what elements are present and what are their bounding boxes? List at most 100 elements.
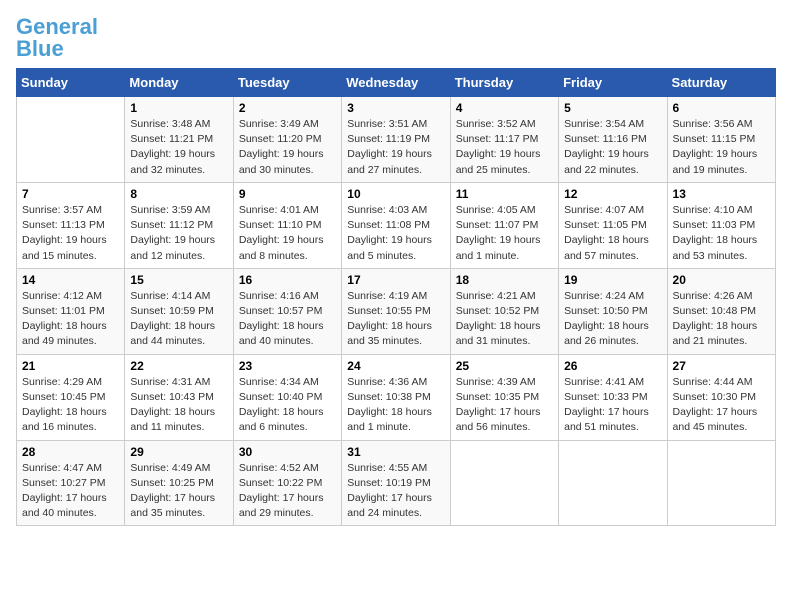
calendar-day-cell: 19 Sunrise: 4:24 AMSunset: 10:50 PMDayli… [559,268,667,354]
calendar-week-row: 1 Sunrise: 3:48 AMSunset: 11:21 PMDaylig… [17,97,776,183]
calendar-week-row: 28 Sunrise: 4:47 AMSunset: 10:27 PMDayli… [17,440,776,526]
day-number: 18 [456,273,553,287]
calendar-day-cell: 17 Sunrise: 4:19 AMSunset: 10:55 PMDayli… [342,268,450,354]
header: General Blue [16,16,776,60]
day-number: 29 [130,445,227,459]
calendar-day-cell: 31 Sunrise: 4:55 AMSunset: 10:19 PMDayli… [342,440,450,526]
calendar-day-cell: 3 Sunrise: 3:51 AMSunset: 11:19 PMDaylig… [342,97,450,183]
day-info: Sunrise: 4:03 AMSunset: 11:08 PMDaylight… [347,203,444,264]
day-number: 23 [239,359,336,373]
day-number: 4 [456,101,553,115]
day-info: Sunrise: 4:10 AMSunset: 11:03 PMDaylight… [673,203,770,264]
day-number: 30 [239,445,336,459]
day-info: Sunrise: 3:57 AMSunset: 11:13 PMDaylight… [22,203,119,264]
day-number: 1 [130,101,227,115]
day-info: Sunrise: 3:48 AMSunset: 11:21 PMDaylight… [130,117,227,178]
day-number: 11 [456,187,553,201]
day-info: Sunrise: 4:21 AMSunset: 10:52 PMDaylight… [456,289,553,350]
day-number: 6 [673,101,770,115]
calendar-week-row: 7 Sunrise: 3:57 AMSunset: 11:13 PMDaylig… [17,182,776,268]
weekday-header: Tuesday [233,69,341,97]
day-number: 12 [564,187,661,201]
day-info: Sunrise: 4:29 AMSunset: 10:45 PMDaylight… [22,375,119,436]
calendar-day-cell: 28 Sunrise: 4:47 AMSunset: 10:27 PMDayli… [17,440,125,526]
day-number: 8 [130,187,227,201]
day-number: 19 [564,273,661,287]
day-number: 21 [22,359,119,373]
weekday-header: Saturday [667,69,775,97]
day-info: Sunrise: 4:39 AMSunset: 10:35 PMDaylight… [456,375,553,436]
calendar-day-cell: 4 Sunrise: 3:52 AMSunset: 11:17 PMDaylig… [450,97,558,183]
day-number: 26 [564,359,661,373]
day-info: Sunrise: 4:52 AMSunset: 10:22 PMDaylight… [239,461,336,522]
day-number: 9 [239,187,336,201]
logo-text: General Blue [16,16,98,60]
calendar-day-cell: 6 Sunrise: 3:56 AMSunset: 11:15 PMDaylig… [667,97,775,183]
day-number: 15 [130,273,227,287]
calendar-day-cell: 12 Sunrise: 4:07 AMSunset: 11:05 PMDayli… [559,182,667,268]
day-info: Sunrise: 4:26 AMSunset: 10:48 PMDaylight… [673,289,770,350]
day-info: Sunrise: 4:36 AMSunset: 10:38 PMDaylight… [347,375,444,436]
calendar-day-cell: 16 Sunrise: 4:16 AMSunset: 10:57 PMDayli… [233,268,341,354]
calendar-day-cell: 24 Sunrise: 4:36 AMSunset: 10:38 PMDayli… [342,354,450,440]
day-number: 10 [347,187,444,201]
day-number: 16 [239,273,336,287]
day-info: Sunrise: 3:51 AMSunset: 11:19 PMDaylight… [347,117,444,178]
day-number: 13 [673,187,770,201]
calendar-header: SundayMondayTuesdayWednesdayThursdayFrid… [17,69,776,97]
calendar-day-cell: 5 Sunrise: 3:54 AMSunset: 11:16 PMDaylig… [559,97,667,183]
calendar-day-cell: 27 Sunrise: 4:44 AMSunset: 10:30 PMDayli… [667,354,775,440]
weekday-header: Sunday [17,69,125,97]
day-number: 17 [347,273,444,287]
day-info: Sunrise: 4:31 AMSunset: 10:43 PMDaylight… [130,375,227,436]
day-info: Sunrise: 3:56 AMSunset: 11:15 PMDaylight… [673,117,770,178]
day-info: Sunrise: 4:34 AMSunset: 10:40 PMDaylight… [239,375,336,436]
day-info: Sunrise: 4:44 AMSunset: 10:30 PMDaylight… [673,375,770,436]
weekday-header: Wednesday [342,69,450,97]
day-info: Sunrise: 4:14 AMSunset: 10:59 PMDaylight… [130,289,227,350]
calendar-table: SundayMondayTuesdayWednesdayThursdayFrid… [16,68,776,526]
calendar-week-row: 14 Sunrise: 4:12 AMSunset: 11:01 PMDayli… [17,268,776,354]
day-number: 5 [564,101,661,115]
calendar-day-cell: 8 Sunrise: 3:59 AMSunset: 11:12 PMDaylig… [125,182,233,268]
day-number: 28 [22,445,119,459]
weekday-header: Thursday [450,69,558,97]
day-info: Sunrise: 4:12 AMSunset: 11:01 PMDaylight… [22,289,119,350]
calendar-day-cell: 2 Sunrise: 3:49 AMSunset: 11:20 PMDaylig… [233,97,341,183]
calendar-day-cell [559,440,667,526]
weekday-header-row: SundayMondayTuesdayWednesdayThursdayFrid… [17,69,776,97]
day-info: Sunrise: 3:49 AMSunset: 11:20 PMDaylight… [239,117,336,178]
calendar-day-cell: 15 Sunrise: 4:14 AMSunset: 10:59 PMDayli… [125,268,233,354]
calendar-day-cell: 26 Sunrise: 4:41 AMSunset: 10:33 PMDayli… [559,354,667,440]
day-info: Sunrise: 4:05 AMSunset: 11:07 PMDaylight… [456,203,553,264]
day-number: 3 [347,101,444,115]
calendar-day-cell: 23 Sunrise: 4:34 AMSunset: 10:40 PMDayli… [233,354,341,440]
calendar-day-cell: 20 Sunrise: 4:26 AMSunset: 10:48 PMDayli… [667,268,775,354]
calendar-day-cell: 10 Sunrise: 4:03 AMSunset: 11:08 PMDayli… [342,182,450,268]
day-info: Sunrise: 4:24 AMSunset: 10:50 PMDaylight… [564,289,661,350]
day-info: Sunrise: 4:19 AMSunset: 10:55 PMDaylight… [347,289,444,350]
day-info: Sunrise: 4:16 AMSunset: 10:57 PMDaylight… [239,289,336,350]
day-info: Sunrise: 4:01 AMSunset: 11:10 PMDaylight… [239,203,336,264]
calendar-day-cell: 1 Sunrise: 3:48 AMSunset: 11:21 PMDaylig… [125,97,233,183]
weekday-header: Friday [559,69,667,97]
calendar-week-row: 21 Sunrise: 4:29 AMSunset: 10:45 PMDayli… [17,354,776,440]
day-number: 14 [22,273,119,287]
calendar-day-cell: 18 Sunrise: 4:21 AMSunset: 10:52 PMDayli… [450,268,558,354]
day-number: 7 [22,187,119,201]
day-number: 25 [456,359,553,373]
calendar-day-cell: 7 Sunrise: 3:57 AMSunset: 11:13 PMDaylig… [17,182,125,268]
calendar-day-cell: 9 Sunrise: 4:01 AMSunset: 11:10 PMDaylig… [233,182,341,268]
day-info: Sunrise: 4:41 AMSunset: 10:33 PMDaylight… [564,375,661,436]
day-info: Sunrise: 4:07 AMSunset: 11:05 PMDaylight… [564,203,661,264]
calendar-day-cell: 14 Sunrise: 4:12 AMSunset: 11:01 PMDayli… [17,268,125,354]
day-number: 31 [347,445,444,459]
calendar-body: 1 Sunrise: 3:48 AMSunset: 11:21 PMDaylig… [17,97,776,526]
day-number: 27 [673,359,770,373]
calendar-day-cell: 25 Sunrise: 4:39 AMSunset: 10:35 PMDayli… [450,354,558,440]
day-number: 2 [239,101,336,115]
calendar-day-cell: 30 Sunrise: 4:52 AMSunset: 10:22 PMDayli… [233,440,341,526]
calendar-day-cell [667,440,775,526]
calendar-day-cell: 29 Sunrise: 4:49 AMSunset: 10:25 PMDayli… [125,440,233,526]
day-info: Sunrise: 4:47 AMSunset: 10:27 PMDaylight… [22,461,119,522]
